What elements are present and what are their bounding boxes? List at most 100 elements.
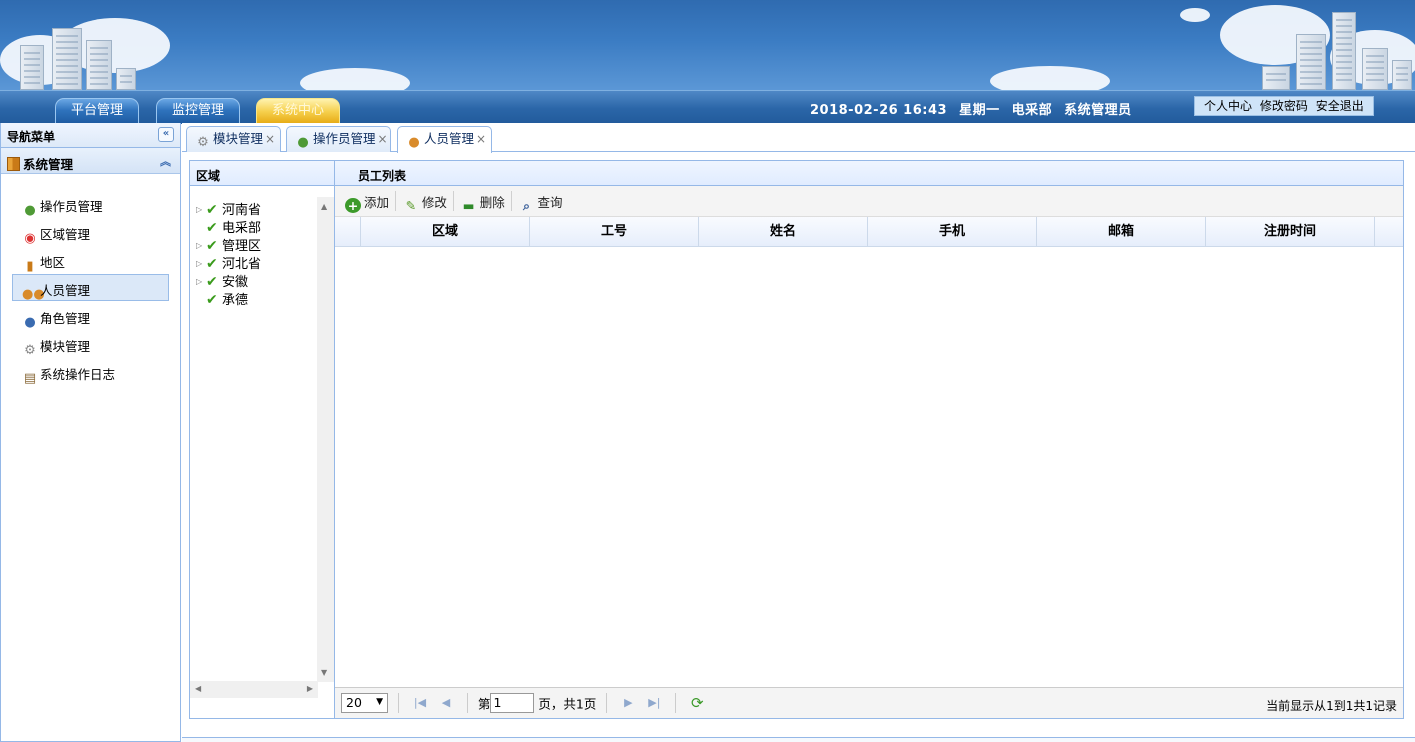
- status-bar: 2018-02-26 16:43 星期一 电采部 系统管理员: [810, 99, 1144, 118]
- col-header-register-time[interactable]: 注册时间: [1206, 217, 1375, 246]
- search-icon: ⌕: [523, 198, 531, 213]
- sidebar-item-log[interactable]: ▤ 系统操作日志: [12, 358, 169, 386]
- sidebar-item-role[interactable]: ● 角色管理: [12, 302, 169, 330]
- close-icon[interactable]: ×: [265, 132, 275, 146]
- tree-node-chengde[interactable]: ✔ 承德: [190, 289, 334, 308]
- building-decoration: [52, 28, 82, 90]
- page-prefix: 第: [477, 696, 491, 712]
- query-button[interactable]: ⌕ 查询: [517, 191, 569, 213]
- users-icon: ●●: [22, 287, 45, 302]
- last-page-icon[interactable]: ▶|: [643, 693, 665, 713]
- chevron-up-icon[interactable]: ︽: [160, 153, 171, 169]
- region-panel: 区域 ▷ ✔ 河南省 ✔ 电采部 ▷ ✔ 管理区 ▷ ✔ 河北省 ▷ ✔ 安徽 ✔ 承德 ▲ ▼ ◀…: [189, 160, 335, 719]
- next-page-icon[interactable]: ▶: [617, 693, 639, 713]
- sidebar-item-region[interactable]: ◉ 区域管理: [12, 218, 169, 246]
- page-size-select[interactable]: 20 ▼: [341, 693, 388, 713]
- check-icon: ✔: [206, 256, 218, 272]
- horizontal-scrollbar[interactable]: ◀ ▶: [190, 681, 318, 698]
- refresh-icon[interactable]: ⟳: [686, 693, 708, 713]
- row-number-header: [335, 217, 361, 246]
- chevron-down-icon: ▼: [376, 697, 383, 707]
- building-decoration: [1262, 66, 1290, 90]
- nav-tab-monitor[interactable]: 监控管理: [156, 98, 240, 124]
- tree-node-anhui[interactable]: ▷ ✔ 安徽: [190, 271, 334, 290]
- plus-icon: +: [345, 198, 361, 213]
- sidebar-item-module[interactable]: ⚙ 模块管理: [12, 330, 169, 358]
- sidebar-item-label: 区域管理: [40, 227, 91, 242]
- grid-header: 区域 工号 姓名 手机 邮箱 注册时间: [335, 217, 1403, 247]
- close-icon[interactable]: ×: [476, 132, 486, 146]
- content-tab-strip: ⚙ 模块管理 × ● 操作员管理 × ● 人员管理 ×: [182, 123, 1415, 153]
- close-icon[interactable]: ×: [378, 132, 388, 146]
- expand-arrow-icon[interactable]: ▷: [196, 259, 206, 268]
- collapse-sidebar-icon[interactable]: «: [158, 127, 174, 142]
- building-decoration: [1296, 34, 1326, 90]
- separator: [675, 693, 677, 713]
- employee-panel-title: 员工列表: [335, 161, 1403, 186]
- tab-personnel[interactable]: ● 人员管理 ×: [397, 126, 492, 153]
- scroll-right-icon[interactable]: ▶: [307, 684, 313, 693]
- col-header-email[interactable]: 邮箱: [1037, 217, 1206, 246]
- prev-page-icon[interactable]: ◀: [435, 693, 457, 713]
- sidebar-menu: ● 操作员管理 ◉ 区域管理 ▮ 地区 ●●人员管理 ● 角色管理 ⚙ 模块管理 ▤ 系统操…: [1, 174, 180, 386]
- edit-button[interactable]: ✎ 修改: [401, 191, 454, 213]
- add-button[interactable]: + 添加: [343, 191, 397, 213]
- col-header-id[interactable]: 工号: [530, 217, 699, 246]
- group-label: 系统管理: [23, 157, 74, 172]
- first-page-icon[interactable]: |◀: [409, 693, 431, 713]
- map-pin-icon: ◉: [24, 231, 36, 246]
- separator: [397, 693, 399, 713]
- delete-button[interactable]: ▬ 删除: [459, 191, 512, 213]
- sidebar-item-area[interactable]: ▮ 地区: [12, 246, 169, 274]
- tree-node-label: 河南省: [222, 203, 262, 218]
- building-decoration: [1392, 60, 1412, 90]
- expand-arrow-icon[interactable]: ▷: [196, 277, 206, 286]
- record-info: 当前显示从1到1共1记录: [1266, 699, 1397, 713]
- sidebar-item-label: 操作员管理: [40, 199, 103, 214]
- nav-tab-system-center[interactable]: 系统中心: [256, 98, 340, 124]
- app-window: 平台管理 监控管理 系统中心 2018-02-26 16:43 星期一 电采部 系统管…: [0, 0, 1415, 742]
- sidebar-header: 导航菜单 «: [1, 123, 180, 148]
- user-icon: ●: [297, 135, 309, 150]
- building-decoration: [20, 45, 44, 90]
- tab-module[interactable]: ⚙ 模块管理 ×: [186, 126, 281, 152]
- logout-link[interactable]: 安全退出: [1316, 99, 1364, 113]
- sidebar-item-label: 系统操作日志: [40, 367, 116, 382]
- minus-icon: ▬: [462, 198, 475, 213]
- building-decoration: [116, 68, 136, 90]
- sidebar-item-personnel[interactable]: ●●人员管理: [12, 274, 169, 302]
- tree-node-hebei[interactable]: ▷ ✔ 河北省: [190, 253, 334, 272]
- region-tree: ▷ ✔ 河南省 ✔ 电采部 ▷ ✔ 管理区 ▷ ✔ 河北省 ▷ ✔ 安徽 ✔ 承德: [190, 186, 334, 308]
- scroll-up-icon[interactable]: ▲: [321, 202, 327, 211]
- separator: [606, 693, 608, 713]
- tab-operator[interactable]: ● 操作员管理 ×: [286, 126, 391, 152]
- scroll-down-icon[interactable]: ▼: [321, 668, 327, 677]
- tree-node-label: 承德: [222, 293, 249, 308]
- sidebar-item-label: 角色管理: [40, 311, 91, 326]
- col-header-name[interactable]: 姓名: [699, 217, 868, 246]
- check-icon: ✔: [206, 292, 218, 308]
- separator: [466, 693, 468, 713]
- sidebar-title: 导航菜单: [7, 130, 56, 144]
- cloud-decoration: [1180, 8, 1210, 22]
- sidebar-group-system[interactable]: 系统管理 ︽: [1, 148, 180, 174]
- expand-arrow-icon[interactable]: ▷: [196, 241, 206, 250]
- employee-panel: 员工列表 + 添加 ✎ 修改 ▬ 删除 ⌕ 查询 区域 工号 姓名 手机 邮箱 注册时间…: [334, 160, 1404, 719]
- col-header-phone[interactable]: 手机: [868, 217, 1037, 246]
- profile-link[interactable]: 个人中心: [1204, 99, 1252, 113]
- col-header-region[interactable]: 区域: [361, 217, 530, 246]
- tree-node-diancaibu[interactable]: ✔ 电采部: [190, 217, 334, 236]
- sidebar-item-operator[interactable]: ● 操作员管理: [12, 190, 169, 218]
- check-icon: ✔: [206, 238, 218, 254]
- change-password-link[interactable]: 修改密码: [1260, 99, 1308, 113]
- expand-arrow-icon[interactable]: ▷: [196, 205, 206, 214]
- tree-node-guanliqu[interactable]: ▷ ✔ 管理区: [190, 235, 334, 254]
- nav-tab-platform[interactable]: 平台管理: [55, 98, 139, 124]
- tree-node-label: 安徽: [222, 275, 249, 290]
- vertical-scrollbar[interactable]: ▲ ▼: [317, 197, 334, 682]
- tree-node-henan[interactable]: ▷ ✔ 河南省: [190, 199, 334, 218]
- check-icon: ✔: [206, 202, 218, 218]
- current-page-input[interactable]: 1: [490, 693, 535, 713]
- pencil-icon: ✎: [405, 198, 417, 213]
- scroll-left-icon[interactable]: ◀: [195, 684, 201, 693]
